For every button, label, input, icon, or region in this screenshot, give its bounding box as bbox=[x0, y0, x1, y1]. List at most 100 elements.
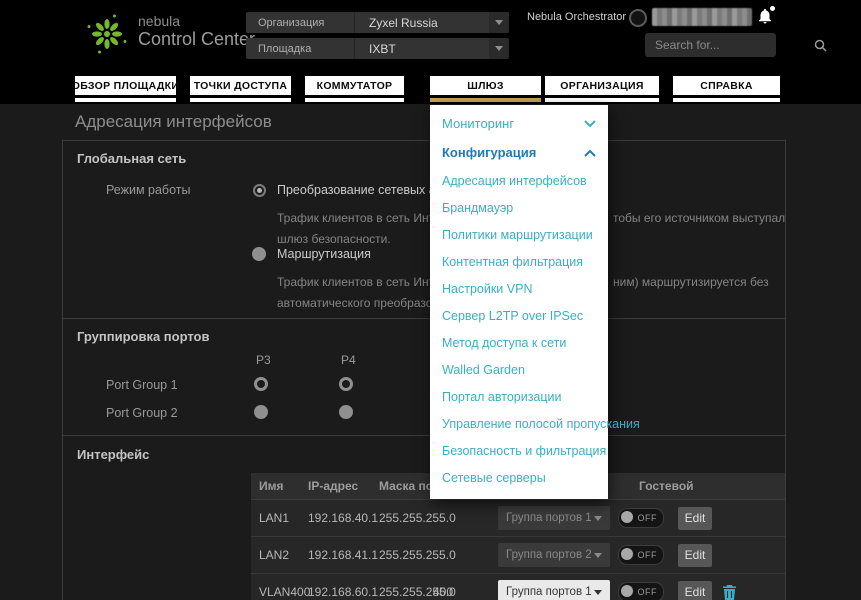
search-icon[interactable] bbox=[814, 39, 827, 52]
notification-bell-icon[interactable] bbox=[756, 6, 775, 25]
header-name: Имя bbox=[259, 479, 284, 493]
edit-button[interactable]: Edit bbox=[678, 543, 712, 567]
port-group-1-p4-radio[interactable] bbox=[339, 377, 353, 391]
guest-toggle[interactable]: OFF bbox=[618, 582, 664, 600]
search-box[interactable] bbox=[645, 33, 827, 57]
menu-item-label: Сетевые серверы bbox=[442, 470, 546, 485]
brand-nebula: nebula bbox=[138, 13, 181, 29]
organization-select[interactable]: Организация Zyxel Russia bbox=[246, 12, 509, 33]
guest-toggle[interactable]: OFF bbox=[618, 545, 664, 565]
table-row: VLAN400 192.168.60.1 255.255.255.0 400 Г… bbox=[251, 574, 785, 600]
tab-underline bbox=[305, 98, 404, 102]
chevron-down-icon bbox=[495, 20, 503, 25]
search-input[interactable] bbox=[645, 38, 814, 52]
tab-organization[interactable]: ОРГАНИЗАЦИЯ bbox=[545, 76, 659, 102]
table-row: LAN1 192.168.40.1 255.255.255.0 Группа п… bbox=[251, 500, 785, 537]
menu-item-label: Безопасность и фильтрация bbox=[442, 443, 607, 458]
menu-item-network-access-method[interactable]: Метод доступа к сети bbox=[430, 329, 608, 356]
edit-button[interactable]: Edit bbox=[678, 506, 712, 530]
group-select-cell: Группа портов 1 bbox=[498, 500, 610, 536]
organization-select-label: Организация bbox=[246, 12, 355, 33]
orchestrator-label: Nebula Orchestrator bbox=[527, 11, 627, 23]
group-select-cell: Группа портов 1 bbox=[498, 574, 610, 600]
tab-access-points[interactable]: ТОЧКИ ДОСТУПА bbox=[190, 76, 291, 102]
routing-description-line2: автоматического преобразован bbox=[277, 296, 452, 310]
section-title-global-network: Глобальная сеть bbox=[77, 151, 187, 166]
brand-text: nebula Control Center bbox=[138, 13, 255, 50]
interface-name: LAN1 bbox=[259, 511, 290, 525]
port-group-select[interactable]: Группа портов 1 bbox=[498, 580, 610, 600]
tab-active-underline bbox=[430, 98, 541, 102]
menu-item-vpn-settings[interactable]: Настройки VPN bbox=[430, 275, 608, 302]
menu-item-label: Политики маршрутизации bbox=[442, 227, 593, 242]
tab-gateway[interactable]: ШЛЮЗ bbox=[430, 76, 541, 102]
port-group-2-p4-radio[interactable] bbox=[339, 405, 353, 419]
edit-button[interactable]: Edit bbox=[678, 580, 712, 600]
guest-toggle[interactable]: OFF bbox=[618, 508, 664, 528]
section-title-interface: Интерфейс bbox=[77, 447, 150, 462]
top-bar: nebula Control Center Организация Zyxel … bbox=[0, 0, 861, 104]
header-ip: IP-адрес bbox=[308, 479, 359, 493]
tab-help[interactable]: СПРАВКА bbox=[673, 76, 780, 102]
nat-radio[interactable] bbox=[253, 184, 266, 197]
mode-label: Режим работы bbox=[106, 183, 191, 197]
tab-switch[interactable]: КОММУТАТОР bbox=[305, 76, 404, 102]
app-window: nebula Control Center Организация Zyxel … bbox=[0, 0, 861, 600]
edit-cell: Edit bbox=[678, 574, 712, 600]
tab-site-overview[interactable]: ОБЗОР ПЛОЩАДКИ bbox=[72, 76, 179, 102]
organization-select-caret-box[interactable] bbox=[489, 12, 509, 33]
section-divider bbox=[63, 318, 785, 319]
menu-item-label: Walled Garden bbox=[442, 362, 525, 377]
menu-item-network-servers[interactable]: Сетевые серверы bbox=[430, 464, 608, 491]
menu-section-monitoring[interactable]: Мониторинг bbox=[430, 109, 608, 138]
edit-cell: Edit bbox=[678, 537, 712, 573]
menu-item-label: Контентная фильтрация bbox=[442, 254, 584, 269]
menu-item-routing-policies[interactable]: Политики маршрутизации bbox=[430, 221, 608, 248]
chevron-down-icon bbox=[594, 589, 602, 595]
menu-item-label: Адресация интерфейсов bbox=[442, 173, 587, 188]
menu-item-captive-portal[interactable]: Портал авторизации bbox=[430, 383, 608, 410]
menu-item-security-filtering[interactable]: Безопасность и фильтрация bbox=[430, 437, 608, 464]
chevron-down-icon bbox=[594, 515, 602, 521]
tab-label: СПРАВКА bbox=[673, 76, 780, 95]
routing-radio[interactable] bbox=[252, 247, 266, 261]
orchestrator-toggle[interactable] bbox=[629, 9, 647, 27]
redacted-username bbox=[652, 8, 752, 26]
menu-item-walled-garden[interactable]: Walled Garden bbox=[430, 356, 608, 383]
notification-badge bbox=[770, 6, 775, 11]
port-group-1-p3-radio[interactable] bbox=[254, 377, 268, 391]
port-group-select: Группа портов 2 bbox=[498, 543, 610, 567]
guest-toggle-cell: OFF bbox=[618, 537, 664, 573]
interface-mask: 255.255.255.0 bbox=[379, 548, 456, 562]
routing-description-start: Трафик клиентов в сеть Интерн bbox=[277, 275, 454, 289]
port-group-select-value: Группа портов 2 bbox=[506, 549, 592, 561]
port-group-select-value: Группа портов 1 bbox=[506, 512, 592, 524]
site-select[interactable]: Площадка IXBT bbox=[246, 38, 509, 59]
menu-item-label: Портал авторизации bbox=[442, 389, 562, 404]
toggle-knob bbox=[621, 548, 633, 560]
menu-item-label: Настройки VPN bbox=[442, 281, 533, 296]
menu-item-bandwidth-management[interactable]: Управление полосой пропускания bbox=[430, 410, 640, 437]
menu-item-label: Брандмауэр bbox=[442, 200, 514, 215]
port-group-2-p3-radio[interactable] bbox=[254, 405, 268, 419]
brand-control-center: Control Center bbox=[138, 29, 256, 50]
guest-toggle-cell: OFF bbox=[618, 500, 664, 536]
chevron-up-icon bbox=[584, 149, 596, 157]
gateway-dropdown-menu: Мониторинг Конфигурация Адресация интерф… bbox=[430, 105, 640, 499]
menu-item-label: Управление полосой пропускания bbox=[442, 416, 640, 431]
site-select-label: Площадка bbox=[246, 38, 355, 59]
menu-item-interface-addressing[interactable]: Адресация интерфейсов bbox=[430, 167, 608, 194]
header-guest: Гостевой bbox=[639, 479, 694, 493]
nebula-logo[interactable] bbox=[84, 11, 130, 62]
interface-ip: 192.168.41.1 bbox=[308, 548, 379, 562]
menu-item-firewall[interactable]: Брандмауэр bbox=[430, 194, 608, 221]
site-select-caret-box[interactable] bbox=[489, 38, 509, 59]
menu-item-content-filtering[interactable]: Контентная фильтрация bbox=[430, 248, 608, 275]
chevron-down-icon bbox=[495, 46, 503, 51]
toggle-state-label: OFF bbox=[637, 587, 657, 597]
trash-icon[interactable] bbox=[723, 584, 736, 600]
section-divider bbox=[63, 435, 785, 436]
menu-item-l2tp-server[interactable]: Сервер L2TP over IPSec bbox=[430, 302, 608, 329]
tab-underline bbox=[190, 98, 291, 102]
menu-section-configuration[interactable]: Конфигурация bbox=[430, 138, 608, 167]
